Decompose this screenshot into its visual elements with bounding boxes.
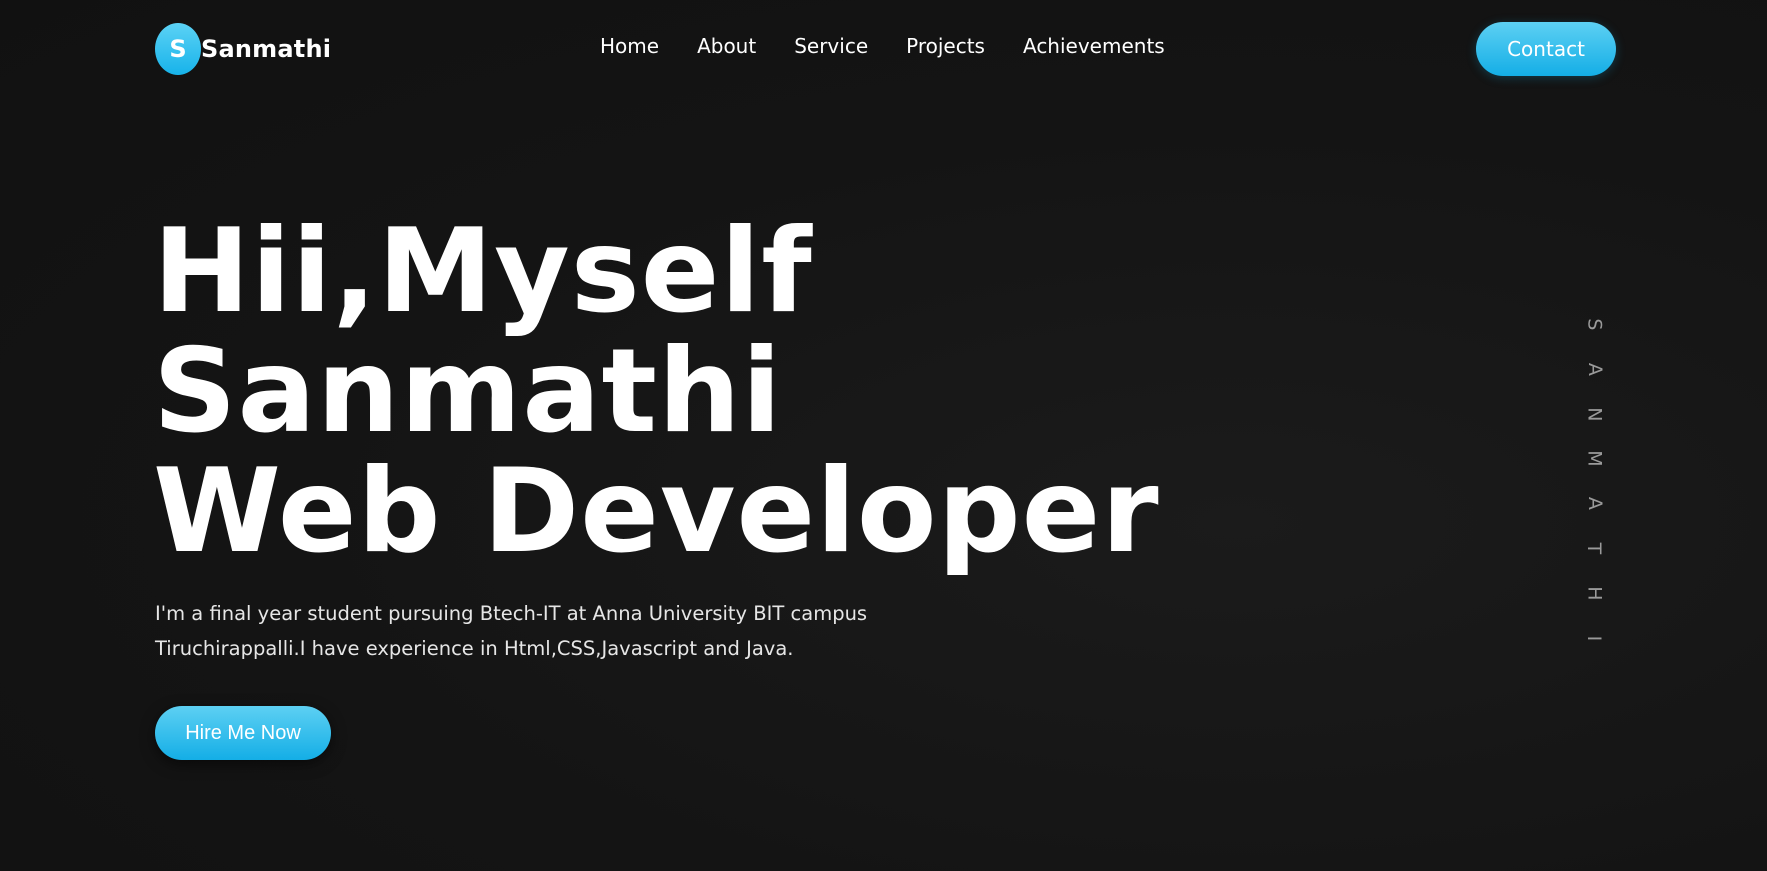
hero-title-line-1: Hii,Myself — [153, 204, 813, 339]
hero-title: Hii,Myself Sanmathi Web Developer — [153, 212, 1160, 572]
main-nav: Home About Service Projects Achievements — [600, 34, 1203, 58]
side-name-letter: M — [1583, 450, 1606, 467]
nav-home[interactable]: Home — [600, 34, 659, 58]
side-name-letter: I — [1583, 635, 1606, 641]
nav-about[interactable]: About — [697, 34, 756, 58]
side-name-letter: H — [1583, 586, 1606, 601]
hero-title-line-2: Sanmathi — [153, 324, 783, 459]
nav-achievements[interactable]: Achievements — [1023, 34, 1165, 58]
logo[interactable]: S Sanmathi — [155, 22, 331, 76]
nav-projects[interactable]: Projects — [906, 34, 985, 58]
side-name-letter: T — [1583, 542, 1606, 555]
hero-description: I'm a final year student pursuing Btech-… — [155, 602, 868, 660]
logo-badge: S — [155, 23, 201, 75]
nav-service[interactable]: Service — [794, 34, 868, 58]
site-header: S Sanmathi Home About Service Projects A… — [0, 0, 1767, 98]
contact-button[interactable]: Contact — [1476, 22, 1616, 76]
side-name-letter: N — [1583, 406, 1606, 422]
hero-title-line-3: Web Developer — [153, 444, 1160, 579]
logo-letter: S — [169, 35, 187, 63]
side-name-letter: A — [1583, 497, 1606, 511]
hire-me-button[interactable]: Hire Me Now — [155, 706, 331, 760]
vertical-side-name: S A N M A T H I — [1580, 302, 1608, 660]
side-name-letter: A — [1583, 362, 1606, 376]
side-name-letter: S — [1583, 318, 1606, 331]
portfolio-page: S Sanmathi Home About Service Projects A… — [0, 0, 1767, 871]
logo-name: Sanmathi — [201, 35, 332, 63]
